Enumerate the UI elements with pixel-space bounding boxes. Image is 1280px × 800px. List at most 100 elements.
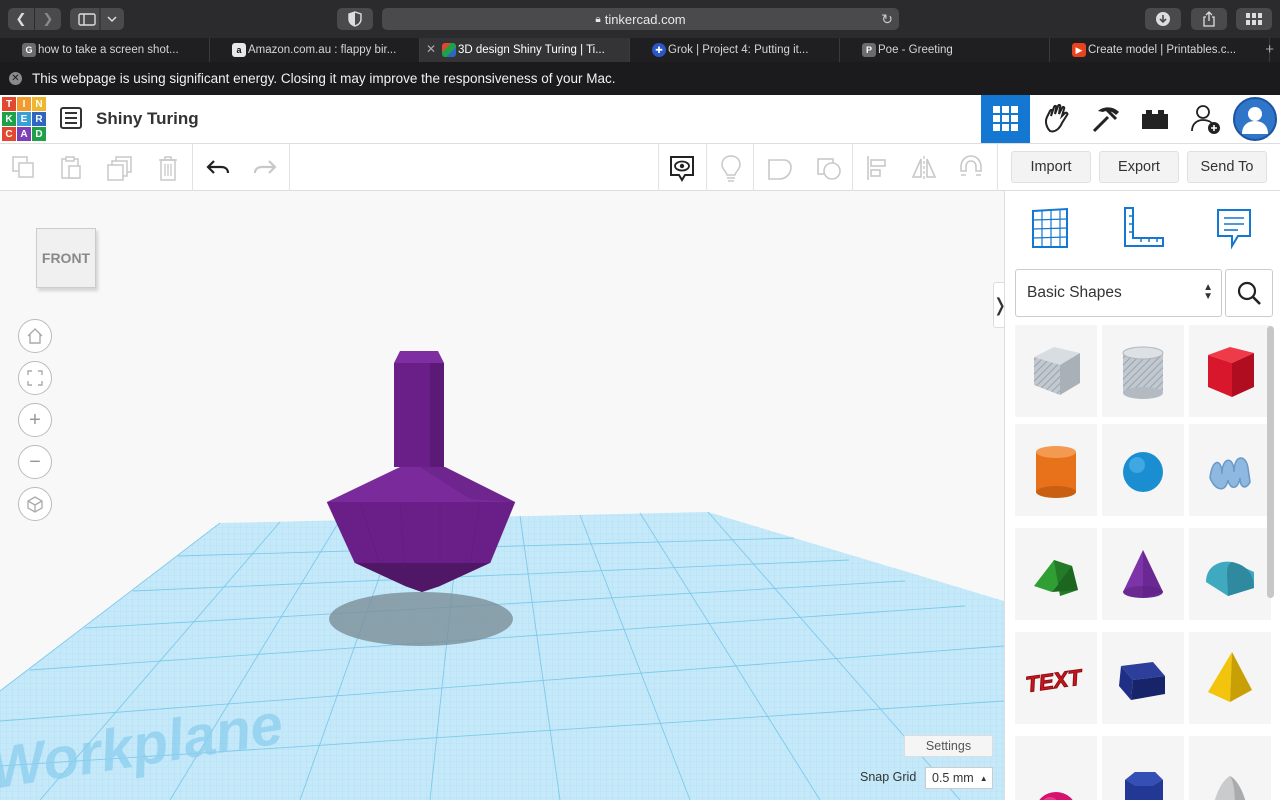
mirror-button[interactable]: [909, 153, 939, 183]
copy-button[interactable]: [9, 153, 39, 183]
shape-tile-cylinder[interactable]: [1015, 424, 1097, 516]
paste-icon: [61, 156, 81, 179]
downloads-button[interactable]: [1145, 8, 1181, 30]
logo-letter: A: [17, 127, 31, 141]
align-button[interactable]: [862, 153, 892, 183]
delete-button[interactable]: [153, 153, 183, 183]
forward-button[interactable]: ❯: [35, 8, 61, 30]
design-title[interactable]: Shiny Turing: [96, 109, 199, 129]
view-cube[interactable]: FRONT: [34, 226, 98, 294]
share-design-button[interactable]: [1181, 95, 1230, 143]
cone-shape-icon: [1123, 550, 1163, 598]
browser-tab[interactable]: a Amazon.com.au : flappy bir...: [210, 38, 420, 62]
share-button[interactable]: [1191, 8, 1227, 30]
spinning-top-object[interactable]: [326, 351, 516, 592]
workplane-icon: [1032, 207, 1068, 248]
settings-button[interactable]: Settings: [904, 735, 993, 757]
privacy-report-button[interactable]: [337, 8, 373, 30]
browser-toolbar: ❮ ❯ 🔒︎ tinkercad.com ↻: [0, 0, 1280, 38]
shape-tile-sphere[interactable]: [1102, 424, 1184, 516]
shape-tile-box[interactable]: [1015, 325, 1097, 417]
poe-favicon-icon: P: [862, 43, 876, 57]
object-shadow: [329, 592, 513, 646]
shape-tile-half-sphere[interactable]: [1015, 736, 1097, 800]
shape-tile-scribble[interactable]: [1189, 424, 1271, 516]
toolbar-divider: [658, 144, 659, 191]
shapes-panel: Basic Shapes ▲ ▼ TEXT: [1004, 191, 1280, 800]
tab-overview-button[interactable]: [1236, 8, 1272, 30]
view-cube-front[interactable]: FRONT: [36, 228, 96, 288]
workplane-tool-button[interactable]: [1027, 205, 1073, 251]
snap-grid-label: Snap Grid: [860, 770, 917, 784]
shape-tile-round-roof[interactable]: [1189, 528, 1271, 620]
avatar[interactable]: [1233, 97, 1277, 141]
workplane-canvas[interactable]: Workplane: [0, 191, 1004, 800]
caret-up-icon: ▲: [979, 773, 988, 783]
import-button[interactable]: Import: [1011, 151, 1091, 183]
shape-tile-pyramid[interactable]: [1189, 632, 1271, 724]
back-button[interactable]: ❮: [8, 8, 34, 30]
redo-button[interactable]: [250, 153, 280, 183]
browser-tab[interactable]: G how to take a screen shot...: [0, 38, 210, 62]
new-tab-icon[interactable]: +: [1265, 41, 1274, 58]
toolbar-divider: [192, 144, 193, 191]
bricks-button[interactable]: [1130, 95, 1179, 143]
ungroup-button[interactable]: [814, 153, 844, 183]
ruler-icon: [1124, 207, 1164, 247]
fit-view-button[interactable]: [18, 361, 52, 395]
design-list-icon[interactable]: [60, 107, 82, 129]
3d-view-button[interactable]: [981, 95, 1030, 143]
tinker-button[interactable]: [1081, 95, 1130, 143]
undo-button[interactable]: [203, 153, 233, 183]
export-button[interactable]: Export: [1099, 151, 1179, 183]
send-to-button[interactable]: Send To: [1187, 151, 1267, 183]
duplicate-button[interactable]: [105, 153, 135, 183]
logo-letter: I: [17, 97, 31, 111]
notes-toggle-button[interactable]: [667, 153, 697, 183]
tinkercad-logo[interactable]: T I N K E R C A D: [2, 97, 46, 141]
blocks-button[interactable]: [1032, 95, 1081, 143]
snap-grid-select[interactable]: 0.5 mm ▲: [925, 767, 993, 789]
zoom-out-button[interactable]: −: [18, 445, 52, 479]
notes-tool-button[interactable]: [1211, 205, 1257, 251]
shape-tile-paraboloid[interactable]: [1189, 736, 1271, 800]
panel-scrollbar[interactable]: [1267, 326, 1274, 598]
ortho-view-button[interactable]: [18, 487, 52, 521]
trash-icon: [159, 156, 177, 181]
cruise-button[interactable]: [956, 153, 986, 183]
3d-workspace[interactable]: Workplane FRONT + − Settings Snap Grid 0…: [0, 191, 1004, 800]
lock-icon: 🔒︎: [595, 13, 601, 25]
reload-icon[interactable]: ↻: [881, 11, 893, 28]
shape-tile-cone[interactable]: [1102, 528, 1184, 620]
browser-tab[interactable]: ▶ Create model | Printables.c...: [1050, 38, 1270, 62]
user-icon: [1242, 107, 1268, 134]
shape-tile-red-box[interactable]: [1189, 325, 1271, 417]
sidebar-toggle-button[interactable]: [70, 8, 124, 30]
zoom-in-button[interactable]: +: [18, 403, 52, 437]
shape-tile-text[interactable]: TEXT: [1015, 632, 1097, 724]
shape-library-select[interactable]: Basic Shapes ▲ ▼: [1015, 269, 1222, 317]
toolbar-divider: [753, 144, 754, 191]
browser-tab[interactable]: P Poe - Greeting: [840, 38, 1050, 62]
show-all-button[interactable]: [716, 153, 746, 183]
shape-tile-cylinder-hole[interactable]: [1102, 325, 1184, 417]
paste-button[interactable]: [56, 153, 86, 183]
tab-label: Grok | Project 4: Putting it...: [668, 44, 809, 56]
group-button[interactable]: [765, 153, 795, 183]
energy-warning-text: This webpage is using significant energy…: [32, 71, 616, 86]
ruler-tool-button[interactable]: [1120, 205, 1166, 251]
toolbar-divider: [289, 144, 290, 191]
close-warning-icon[interactable]: ✕: [9, 72, 22, 85]
shape-search-button[interactable]: [1225, 269, 1273, 317]
address-bar[interactable]: 🔒︎ tinkercad.com ↻: [382, 8, 899, 30]
shape-tile-polygon[interactable]: [1102, 736, 1184, 800]
ungroup-icon: [817, 158, 841, 180]
close-tab-icon[interactable]: ✕: [426, 42, 436, 56]
browser-tab-active[interactable]: ✕ 3D design Shiny Turing | Ti...: [420, 38, 630, 62]
shape-tile-wedge[interactable]: [1102, 632, 1184, 724]
browser-tab[interactable]: ✚ Grok | Project 4: Putting it...: [630, 38, 840, 62]
home-view-button[interactable]: [18, 319, 52, 353]
toolbar-divider: [852, 144, 853, 191]
shape-tile-roof[interactable]: [1015, 528, 1097, 620]
cylinder-shape-icon: [1036, 446, 1076, 498]
